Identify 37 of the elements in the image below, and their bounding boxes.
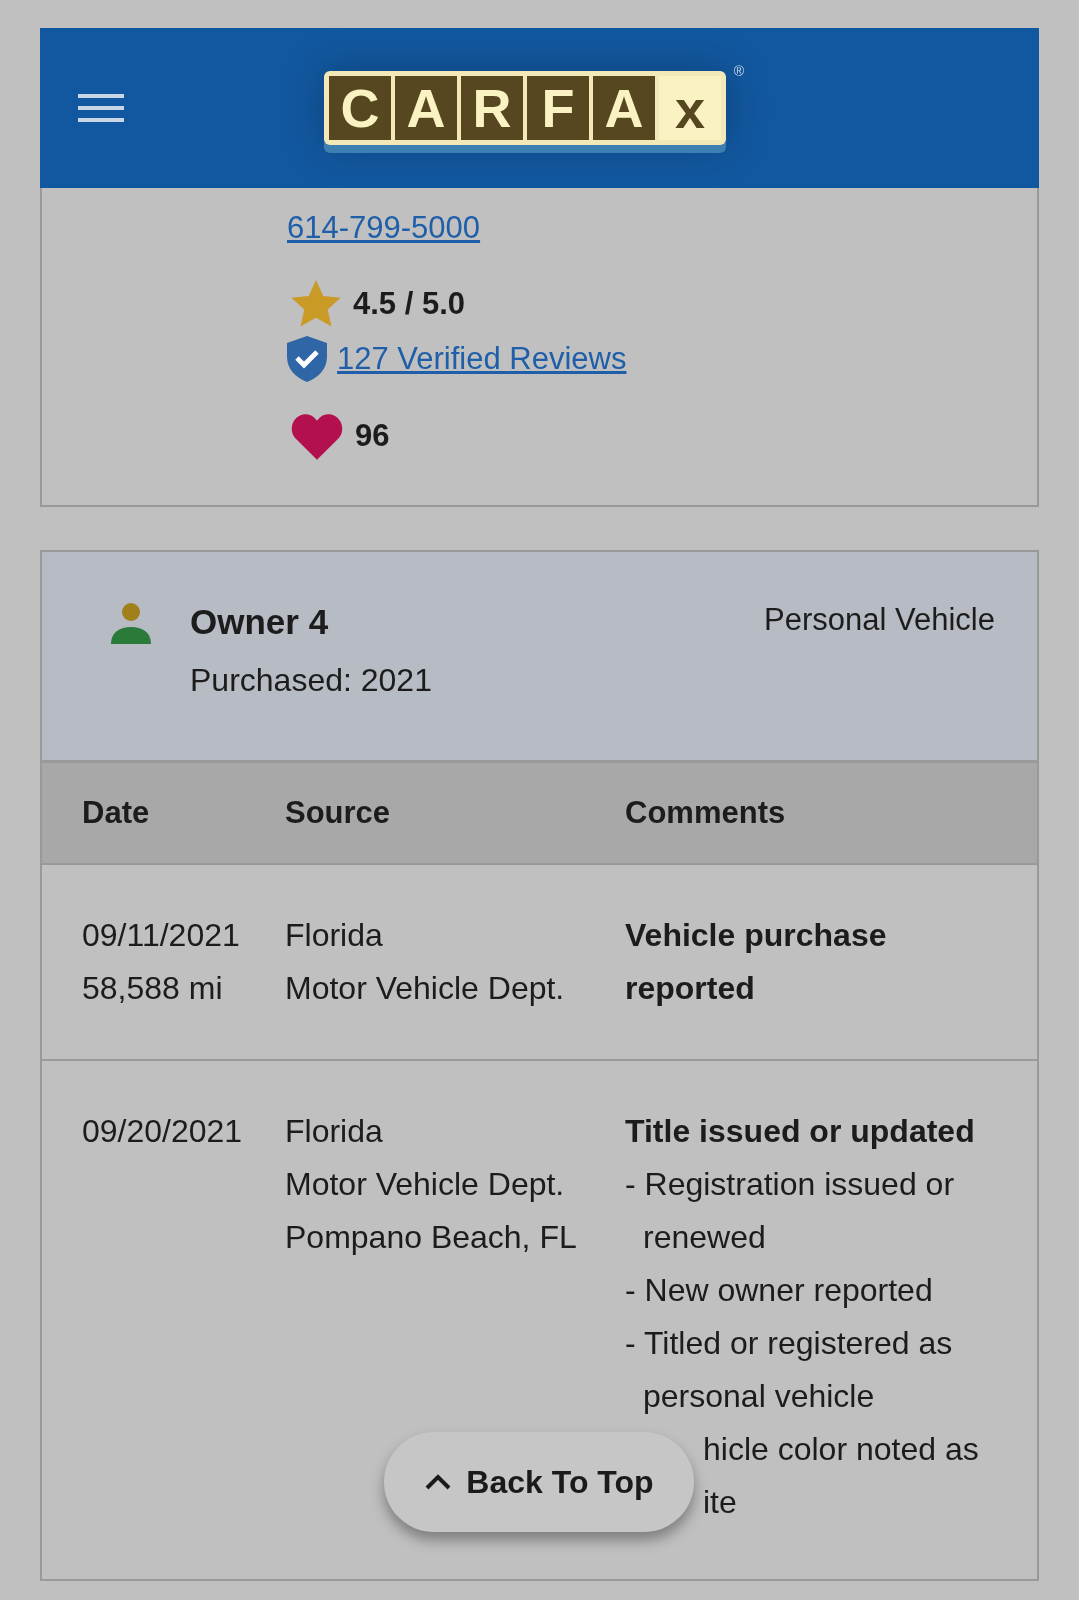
logo-letter: x bbox=[659, 76, 721, 140]
logo-letter: R bbox=[461, 76, 523, 140]
favorites-count: 96 bbox=[355, 418, 390, 454]
source-line: Motor Vehicle Dept. bbox=[285, 1165, 566, 1204]
purchase-year: Purchased: 2021 bbox=[190, 662, 433, 699]
logo-letter: A bbox=[395, 76, 457, 140]
owner-title: Owner 4 bbox=[190, 602, 330, 642]
source-line: Motor Vehicle Dept. bbox=[285, 969, 566, 1008]
menu-icon[interactable] bbox=[78, 92, 124, 124]
back-to-top-button[interactable]: Back To Top bbox=[384, 1432, 694, 1532]
registered-mark: ® bbox=[733, 63, 744, 79]
comment-detail: - New owner reported bbox=[625, 1271, 934, 1310]
source-line: Florida bbox=[285, 916, 384, 955]
logo-letter: A bbox=[593, 76, 655, 140]
rating-text: 4.5 / 5.0 bbox=[353, 286, 466, 322]
vehicle-usage: Personal Vehicle bbox=[764, 602, 995, 638]
column-header: Comments bbox=[625, 795, 787, 831]
source-line: Pompano Beach, FL bbox=[285, 1218, 578, 1257]
comment-detail: hicle color noted as bbox=[702, 1430, 980, 1469]
logo-letter: F bbox=[527, 76, 589, 140]
column-header: Date bbox=[81, 795, 151, 831]
date-cell-text: 09/11/2021 bbox=[82, 916, 241, 955]
logo-letter: C bbox=[329, 76, 391, 140]
comment-headline: Vehicle purchase reported bbox=[625, 916, 888, 1008]
date-cell-text: 09/20/2021 bbox=[82, 1112, 244, 1151]
mileage-cell-text: 58,588 mi bbox=[82, 969, 224, 1008]
caret-icon bbox=[424, 1473, 453, 1491]
shield-check-icon bbox=[287, 336, 327, 382]
comment-detail: - Registration issued or renewed bbox=[625, 1165, 956, 1257]
reviews-link[interactable]: 127 Verified Reviews bbox=[337, 341, 627, 377]
comment-headline: Title issued or updated bbox=[625, 1112, 976, 1151]
column-header: Source bbox=[285, 795, 392, 831]
source-line: Florida bbox=[285, 1112, 384, 1151]
person-icon bbox=[110, 602, 152, 644]
star-icon bbox=[291, 280, 341, 328]
phone-link[interactable]: 614-799-5000 bbox=[287, 210, 1037, 246]
heart-icon bbox=[291, 412, 343, 460]
